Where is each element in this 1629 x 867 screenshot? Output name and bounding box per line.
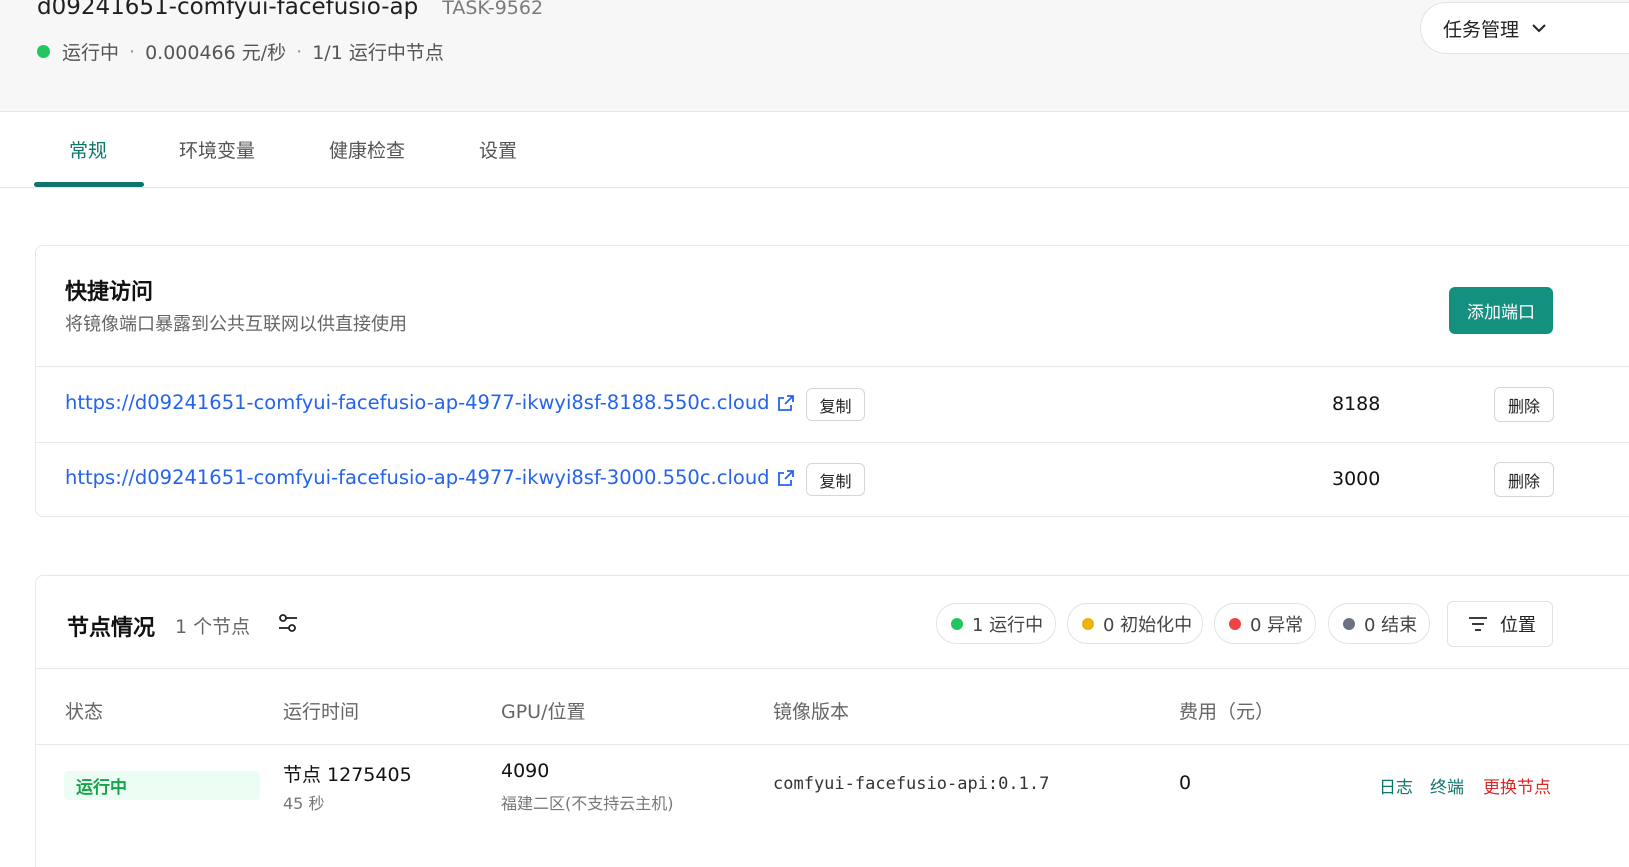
port-link[interactable]: https://d09241651-comfyui-facefusio-ap-4… [65, 466, 796, 489]
external-link-icon [777, 394, 794, 411]
status-dot-icon [1082, 617, 1094, 630]
delete-button[interactable]: 删除 [1494, 387, 1554, 422]
column-header-runtime: 运行时间 [283, 701, 360, 723]
pill-label: 0 结束 [1364, 614, 1418, 636]
quick-access-subtitle: 将镜像端口暴露到公共互联网以供直接使用 [65, 314, 407, 335]
external-link-icon [777, 469, 794, 486]
tab-health-check[interactable]: 健康检查 [329, 136, 405, 163]
cost-value: 0 [1179, 772, 1192, 794]
status-pill-error[interactable]: 0 异常 [1214, 603, 1316, 644]
copy-button[interactable]: 复制 [806, 388, 865, 421]
status-pill-initializing[interactable]: 0 初始化中 [1067, 603, 1203, 644]
status-dot-icon [951, 617, 963, 630]
port-link[interactable]: https://d09241651-comfyui-facefusio-ap-4… [65, 391, 796, 414]
page-header: d09241651-comfyui-facefusio-ap TASK-9562… [0, 0, 1629, 112]
port-link-row: https://d09241651-comfyui-facefusio-ap-4… [36, 442, 1629, 517]
tab-general[interactable]: 常规 [69, 136, 107, 163]
pill-label: 1 运行中 [972, 614, 1044, 636]
task-management-label: 任务管理 [1443, 18, 1520, 41]
nodes-running-text: 1/1 运行中节点 [312, 42, 444, 64]
tab-env-vars[interactable]: 环境变量 [179, 136, 255, 163]
nodes-card: 节点情况 1 个节点 1 运行中 0 初始化中 0 异常 0 结束 位置 状态 … [35, 575, 1629, 867]
terminal-link[interactable]: 终端 [1430, 773, 1464, 798]
app-title: d09241651-comfyui-facefusio-ap [37, 0, 419, 20]
copy-button[interactable]: 复制 [806, 463, 865, 496]
rate-text: 0.000466 元/秒 [145, 42, 287, 64]
tab-bar: 常规 环境变量 健康检查 设置 [0, 112, 1629, 188]
nodes-title: 节点情况 [67, 616, 156, 641]
separator: · [129, 40, 136, 63]
location-filter-button[interactable]: 位置 [1447, 601, 1553, 647]
gpu-location: 福建二区(不支持云主机) [501, 794, 674, 813]
runtime-value: 45 秒 [283, 794, 325, 813]
column-header-image: 镜像版本 [773, 701, 850, 723]
tab-settings[interactable]: 设置 [479, 136, 517, 163]
port-link-row: https://d09241651-comfyui-facefusio-ap-4… [36, 367, 1629, 442]
pill-label: 0 初始化中 [1103, 614, 1193, 636]
status-dot-icon [1229, 617, 1241, 630]
status-dot-icon [1343, 617, 1355, 630]
chevron-down-icon [1532, 24, 1546, 33]
port-link-url: https://d09241651-comfyui-facefusio-ap-4… [65, 391, 770, 414]
node-id: 节点 1275405 [283, 764, 412, 786]
port-number: 8188 [1332, 393, 1381, 415]
delete-button[interactable]: 删除 [1494, 462, 1554, 497]
status-pill-running[interactable]: 1 运行中 [936, 603, 1056, 644]
port-link-url: https://d09241651-comfyui-facefusio-ap-4… [65, 466, 770, 489]
separator: · [296, 40, 303, 63]
sliders-icon[interactable] [277, 612, 299, 634]
status-row: 运行中 · 0.000466 元/秒 · 1/1 运行中节点 [37, 38, 444, 65]
task-management-dropdown[interactable]: 任务管理 [1420, 2, 1629, 54]
running-status-dot-icon [37, 45, 50, 58]
pill-label: 0 异常 [1250, 614, 1304, 636]
title-row: d09241651-comfyui-facefusio-ap TASK-9562 [37, 0, 543, 20]
divider [36, 744, 1629, 745]
active-tab-indicator [34, 182, 144, 187]
column-header-gpu: GPU/位置 [501, 701, 586, 723]
port-number: 3000 [1332, 468, 1381, 490]
column-header-status: 状态 [65, 701, 104, 723]
location-label: 位置 [1500, 615, 1536, 636]
change-node-link[interactable]: 更换节点 [1483, 773, 1551, 798]
filter-lines-icon [1469, 617, 1487, 631]
nodes-count: 1 个节点 [175, 616, 251, 638]
divider [36, 668, 1629, 669]
quick-access-card: 快捷访问 将镜像端口暴露到公共互联网以供直接使用 添加端口 https://d0… [35, 245, 1629, 517]
logs-link[interactable]: 日志 [1379, 773, 1413, 798]
status-text: 运行中 [62, 42, 120, 64]
status-pill-ended[interactable]: 0 结束 [1328, 603, 1430, 644]
status-badge: 运行中 [64, 771, 260, 800]
image-version: comfyui-facefusio-api:0.1.7 [773, 774, 1050, 794]
task-id: TASK-9562 [442, 0, 544, 19]
column-header-cost: 费用（元） [1179, 701, 1275, 723]
add-port-button[interactable]: 添加端口 [1449, 287, 1553, 334]
gpu-model: 4090 [501, 760, 550, 782]
quick-access-title: 快捷访问 [65, 280, 154, 305]
